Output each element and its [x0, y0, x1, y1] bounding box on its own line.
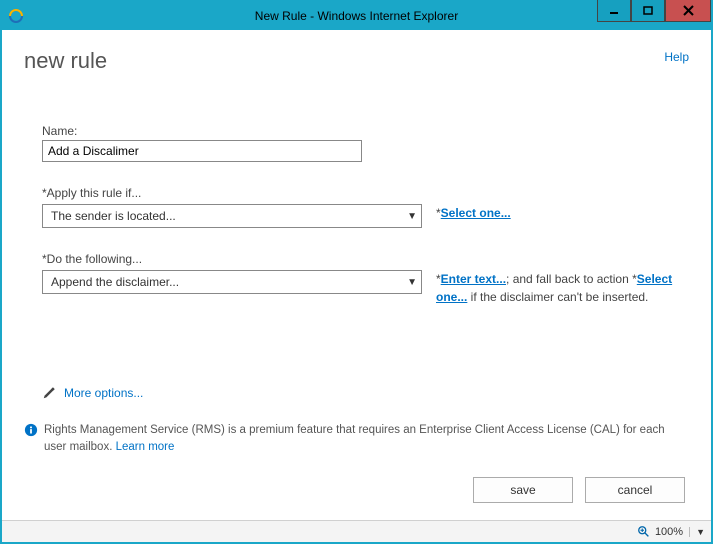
ie-icon — [8, 8, 24, 24]
more-options-link[interactable]: More options... — [42, 386, 689, 400]
pencil-icon — [42, 386, 56, 400]
help-link[interactable]: Help — [664, 50, 689, 64]
minimize-button[interactable] — [597, 0, 631, 22]
content-area: Help new rule Name: *Apply this rule if.… — [2, 30, 711, 520]
page-title: new rule — [24, 48, 689, 74]
title-bar[interactable]: New Rule - Windows Internet Explorer — [2, 2, 711, 30]
action-select[interactable]: Append the disclaimer... ▼ — [42, 270, 422, 294]
save-button[interactable]: save — [473, 477, 573, 503]
cancel-button[interactable]: cancel — [585, 477, 685, 503]
enter-text-link[interactable]: Enter text... — [441, 272, 506, 286]
close-button[interactable] — [665, 0, 711, 22]
action-side-text: *Enter text...; and fall back to action … — [436, 270, 686, 306]
condition-select-one-link[interactable]: Select one... — [441, 206, 511, 220]
condition-select[interactable]: The sender is located... ▼ — [42, 204, 422, 228]
more-options-label: More options... — [64, 386, 143, 400]
chevron-down-icon: ▼ — [407, 211, 417, 222]
status-bar: 100% ▼ — [2, 520, 711, 542]
name-label: Name: — [42, 124, 689, 138]
condition-side-text: *Select one... — [436, 204, 511, 222]
action-select-value: Append the disclaimer... — [51, 275, 179, 289]
info-bar: Rights Management Service (RMS) is a pre… — [24, 422, 689, 457]
window-frame: New Rule - Windows Internet Explorer Hel… — [0, 0, 713, 544]
form-area: Name: *Apply this rule if... The sender … — [24, 124, 689, 400]
zoom-icon[interactable] — [637, 525, 651, 539]
condition-label: *Apply this rule if... — [42, 186, 689, 200]
chevron-down-icon: ▼ — [407, 277, 417, 288]
action-label: *Do the following... — [42, 252, 689, 266]
window-controls — [597, 0, 711, 22]
zoom-dropdown-icon[interactable]: ▼ — [689, 527, 705, 537]
info-icon — [24, 423, 38, 437]
learn-more-link[interactable]: Learn more — [116, 441, 175, 453]
zoom-level[interactable]: 100% — [655, 526, 683, 538]
maximize-button[interactable] — [631, 0, 665, 22]
button-row: save cancel — [24, 477, 689, 503]
condition-select-value: The sender is located... — [51, 209, 176, 223]
name-field[interactable] — [42, 140, 362, 162]
